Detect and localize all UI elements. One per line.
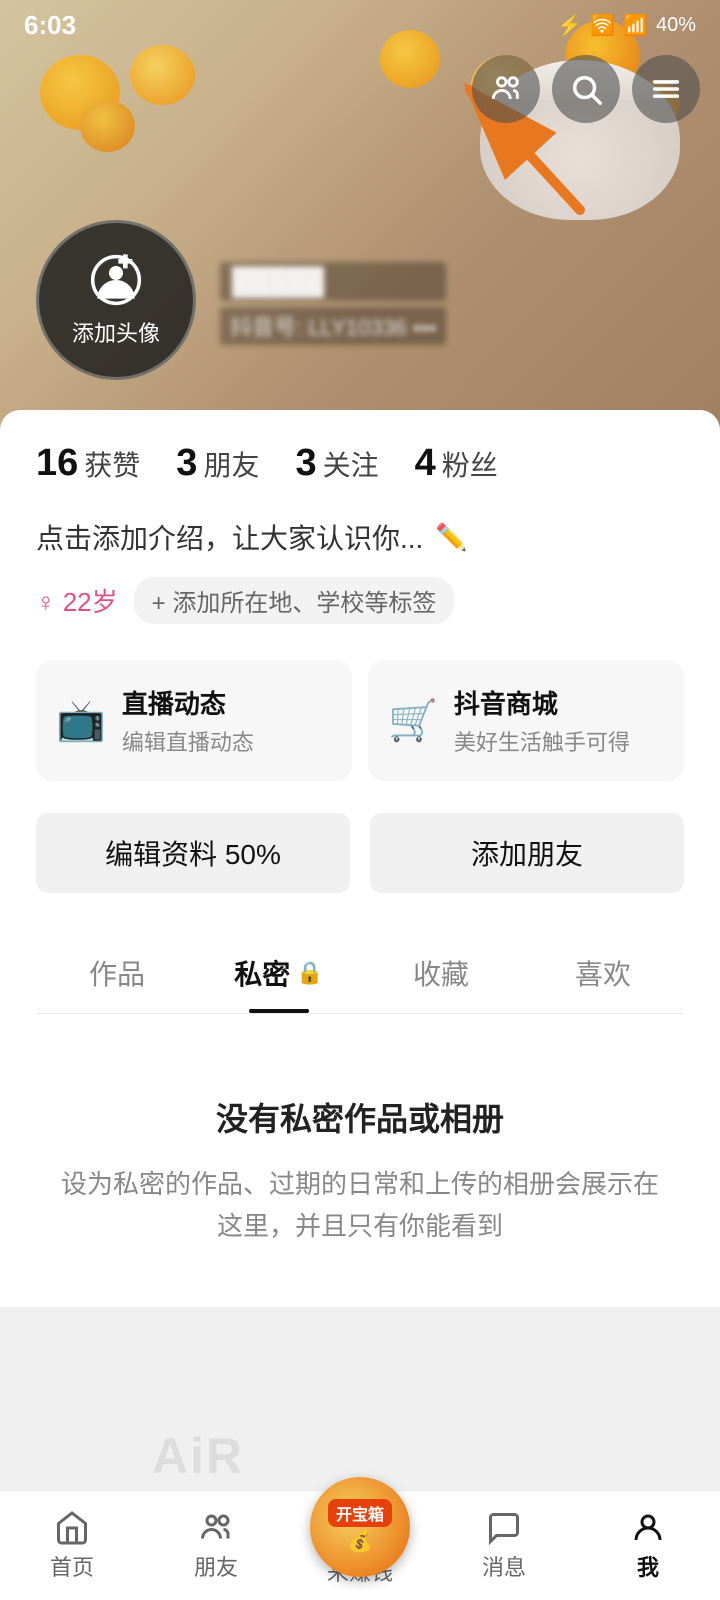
tab-works-label: 作品	[89, 953, 145, 993]
empty-desc: 设为私密的作品、过期的日常和上传的相册会展示在这里，并且只有你能看到	[60, 1164, 660, 1247]
username-id-blurred: 抖音号: LLY10336 ▪▪▪	[220, 307, 446, 345]
edit-bio-icon[interactable]: ✏️	[435, 522, 467, 553]
tags-row: ♀ 22岁 + 添加所在地、学校等标签	[36, 577, 684, 624]
add-avatar-label: 添加头像	[72, 316, 160, 348]
add-friend-button[interactable]: 添加朋友	[370, 813, 684, 893]
bio-text: 点击添加介绍，让大家认识你...	[36, 517, 423, 557]
stat-label-likes: 获赞	[84, 444, 140, 484]
fruit-decoration	[80, 100, 135, 152]
earn-badge-inner: 开宝箱 💰	[310, 1477, 410, 1577]
nav-messages-label: 消息	[482, 1550, 526, 1582]
earn-badge-top: 开宝箱	[328, 1499, 392, 1527]
signal-icon: 📶	[623, 13, 648, 38]
fruit-decoration	[130, 45, 195, 105]
earn-badge: 开宝箱 💰	[310, 1477, 410, 1577]
add-tag-button[interactable]: + 添加所在地、学校等标签	[134, 577, 455, 624]
stat-label-following: 关注	[323, 444, 379, 484]
nav-friends[interactable]: 朋友	[144, 1510, 288, 1582]
tab-collections-label: 收藏	[413, 953, 469, 993]
live-sub: 编辑直播动态	[122, 725, 254, 757]
status-bar: 6:03 ⚡ 🛜 📶 40%	[0, 0, 720, 50]
empty-title: 没有私密作品或相册	[216, 1094, 504, 1140]
stat-label-friends: 朋友	[203, 444, 259, 484]
live-title: 直播动态	[122, 684, 254, 721]
menu-button[interactable]	[632, 55, 700, 123]
tab-collections[interactable]: 收藏	[360, 929, 522, 1013]
live-icon: 📺	[56, 697, 106, 744]
tab-works[interactable]: 作品	[36, 929, 198, 1013]
stat-followers[interactable]: 4 粉丝	[415, 442, 498, 485]
profile-section: 16 获赞 3 朋友 3 关注 4 粉丝 点击添加介绍，让大家认识你... ✏️…	[0, 410, 720, 1014]
avatar-button[interactable]: 添加头像	[36, 220, 196, 380]
edit-profile-button[interactable]: 编辑资料 50%	[36, 813, 350, 893]
feature-card-live[interactable]: 📺 直播动态 编辑直播动态	[36, 660, 352, 781]
bluetooth-icon: ⚡	[557, 13, 582, 38]
stat-label-followers: 粉丝	[442, 444, 498, 484]
battery-icon: 40%	[656, 14, 696, 37]
nav-friends-label: 朋友	[194, 1550, 238, 1582]
nav-profile-label: 我	[637, 1550, 659, 1582]
action-buttons: 编辑资料 50% 添加朋友	[36, 813, 684, 893]
gender-tag: ♀ 22岁	[36, 582, 118, 619]
tab-likes-label: 喜欢	[575, 953, 631, 993]
shop-title: 抖音商城	[454, 684, 630, 721]
earn-bag-icon: 💰	[348, 1529, 373, 1554]
friends-button[interactable]	[472, 55, 540, 123]
stat-num-likes: 16	[36, 442, 78, 485]
status-time: 6:03	[24, 10, 76, 41]
nav-center-earn[interactable]: 开宝箱 💰 来赚钱	[288, 1505, 432, 1587]
nav-profile[interactable]: 我	[576, 1510, 720, 1582]
lock-icon: 🔒	[296, 960, 323, 986]
shop-sub: 美好生活触手可得	[454, 725, 630, 757]
search-button[interactable]	[552, 55, 620, 123]
nav-messages[interactable]: 消息	[432, 1510, 576, 1582]
stat-num-followers: 4	[415, 442, 436, 485]
stat-following[interactable]: 3 关注	[295, 442, 378, 485]
cover-area: 添加头像 █████ 抖音号: LLY10336 ▪▪▪	[0, 0, 720, 430]
empty-state: 没有私密作品或相册 设为私密的作品、过期的日常和上传的相册会展示在这里，并且只有…	[0, 1014, 720, 1307]
username-cover: █████ 抖音号: LLY10336 ▪▪▪	[220, 262, 446, 345]
shop-info: 抖音商城 美好生活触手可得	[454, 684, 630, 757]
bio-row[interactable]: 点击添加介绍，让大家认识你... ✏️	[36, 517, 684, 557]
tabs-row: 作品 私密 🔒 收藏 喜欢	[36, 929, 684, 1014]
nav-home-label: 首页	[50, 1550, 94, 1582]
tab-private[interactable]: 私密 🔒	[198, 929, 360, 1013]
wifi-icon: 🛜	[590, 13, 615, 38]
bottom-nav: 首页 朋友 开宝箱 💰 来赚钱 消息 我	[0, 1490, 720, 1600]
stat-num-friends: 3	[176, 442, 197, 485]
feature-cards: 📺 直播动态 编辑直播动态 🛒 抖音商城 美好生活触手可得	[36, 660, 684, 781]
nav-home[interactable]: 首页	[0, 1510, 144, 1582]
feature-card-shop[interactable]: 🛒 抖音商城 美好生活触手可得	[368, 660, 684, 781]
status-icons: ⚡ 🛜 📶 40%	[557, 13, 696, 38]
air-watermark: AiR	[152, 1427, 244, 1485]
tab-likes[interactable]: 喜欢	[522, 929, 684, 1013]
stat-likes[interactable]: 16 获赞	[36, 442, 140, 485]
avatar-area: 添加头像	[36, 220, 196, 380]
username-blurred: █████	[220, 262, 446, 301]
shop-icon: 🛒	[388, 697, 438, 744]
stats-row: 16 获赞 3 朋友 3 关注 4 粉丝	[36, 442, 684, 485]
stat-friends[interactable]: 3 朋友	[176, 442, 259, 485]
live-info: 直播动态 编辑直播动态	[122, 684, 254, 757]
tab-private-label: 私密	[234, 953, 290, 993]
stat-num-following: 3	[295, 442, 316, 485]
header-actions	[472, 55, 700, 123]
bottom-spacer	[0, 1307, 720, 1437]
